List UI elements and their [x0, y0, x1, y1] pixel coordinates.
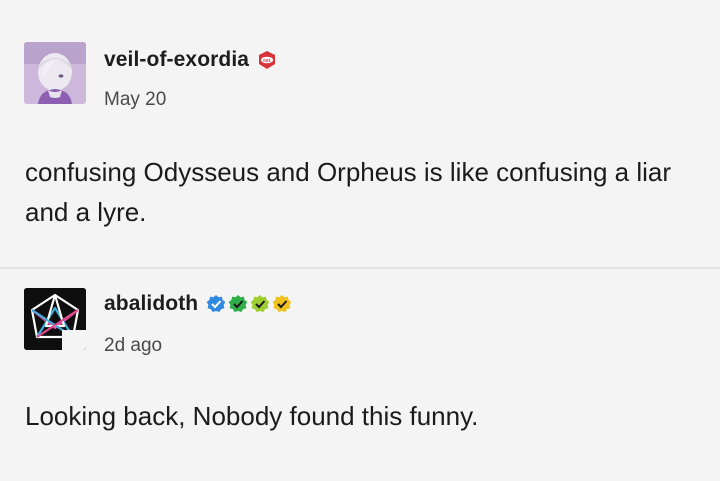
post-date[interactable]: May 20 — [104, 89, 166, 111]
blue-check-badge-icon[interactable] — [206, 294, 226, 314]
yellow-check-badge-icon[interactable] — [272, 294, 292, 314]
avatar[interactable] — [24, 288, 86, 350]
post-body: Looking back, Nobody found this funny. — [25, 401, 479, 431]
post: abalidoth 2d ago Looking back, Nobody fo… — [0, 268, 720, 481]
badge-group: 001 — [257, 50, 277, 70]
geometric-star-avatar-icon — [24, 288, 86, 350]
green-check-badge-icon[interactable] — [228, 294, 248, 314]
lime-check-badge-icon[interactable] — [250, 294, 270, 314]
badge-text: 001 — [263, 58, 271, 63]
red-gem-badge-icon[interactable]: 001 — [257, 50, 277, 70]
badge-group — [206, 294, 292, 314]
post: veil-of-exordia 001 May 20 confusing Ody… — [0, 0, 720, 268]
author-row: veil-of-exordia 001 — [104, 48, 277, 72]
anime-character-avatar-icon — [24, 42, 86, 104]
post-date[interactable]: 2d ago — [104, 335, 162, 357]
username[interactable]: veil-of-exordia — [104, 48, 249, 72]
username[interactable]: abalidoth — [104, 292, 198, 316]
author-row: abalidoth — [104, 292, 292, 316]
avatar[interactable] — [24, 42, 86, 104]
post-body: confusing Odysseus and Orpheus is like c… — [25, 157, 672, 227]
